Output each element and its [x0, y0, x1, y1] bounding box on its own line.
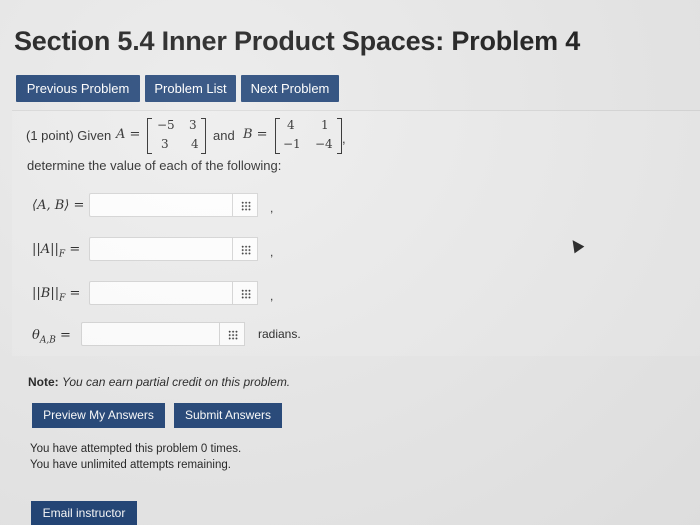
- matrix-b-cell: −1: [283, 137, 301, 151]
- angle-matrix-button[interactable]: [219, 322, 245, 346]
- radians-label: radians.: [258, 327, 301, 341]
- matrix-a-cell: 3: [189, 118, 197, 132]
- and-text: and: [213, 128, 235, 143]
- norm-b-input[interactable]: [89, 281, 234, 305]
- matrix-a-cell: 3: [161, 137, 169, 151]
- norm-a-input[interactable]: [89, 237, 234, 261]
- matrix-a-left-bracket: [147, 118, 152, 154]
- matrix-b-cell: 4: [287, 118, 295, 132]
- statement-comma: ,: [342, 131, 346, 146]
- matrix-b: 4 1 −1 −4: [275, 116, 345, 154]
- angle-text: θ: [32, 328, 40, 343]
- submit-answers-button[interactable]: Submit Answers: [174, 403, 282, 428]
- norm-b-equals: =: [69, 286, 81, 301]
- matrix-b-cell: −4: [315, 137, 333, 151]
- attempts-count-text: You have attempted this problem 0 times.: [30, 443, 242, 455]
- angle-subscript: A,B: [39, 335, 56, 346]
- matrix-b-cell: 1: [321, 118, 329, 132]
- attempts-remaining-text: You have unlimited attempts remaining.: [30, 459, 231, 471]
- previous-problem-button[interactable]: Previous Problem: [16, 75, 140, 102]
- points-text: (1 point) Given: [26, 128, 112, 143]
- norm-a-matrix-button[interactable]: [232, 237, 258, 261]
- norm-a-subscript: F: [58, 249, 66, 260]
- norm-a-text: ||A||: [32, 242, 59, 257]
- norm-a-label: ||A||F =: [32, 242, 80, 260]
- norm-a-equals: =: [69, 242, 81, 257]
- matrix-grid-icon: [241, 289, 251, 299]
- norm-a-comma: ,: [270, 245, 274, 259]
- matrix-grid-icon: [241, 201, 251, 211]
- preview-answers-button[interactable]: Preview My Answers: [32, 403, 165, 428]
- inner-product-input[interactable]: [89, 193, 234, 217]
- norm-b-comma: ,: [270, 289, 274, 303]
- inner-product-matrix-button[interactable]: [232, 193, 258, 217]
- next-problem-button[interactable]: Next Problem: [241, 75, 339, 102]
- matrix-a-right-bracket: [201, 118, 206, 154]
- inner-product-label: ⟨A, B⟩ =: [32, 198, 85, 213]
- email-instructor-button[interactable]: Email instructor: [31, 501, 137, 525]
- angle-label: θA,B =: [32, 328, 71, 346]
- instruction-text: determine the value of each of the follo…: [27, 158, 282, 173]
- angle-equals: =: [59, 328, 71, 343]
- norm-b-text: ||B||: [32, 286, 60, 301]
- problem-panel: [12, 110, 700, 356]
- partial-credit-note: Note: You can earn partial credit on thi…: [28, 375, 290, 389]
- matrix-grid-icon: [241, 245, 251, 255]
- angle-input[interactable]: [81, 322, 221, 346]
- note-text: You can earn partial credit on this prob…: [62, 375, 291, 389]
- norm-b-label: ||B||F =: [32, 286, 80, 304]
- problem-list-button[interactable]: Problem List: [145, 75, 236, 102]
- norm-b-subscript: F: [59, 293, 66, 304]
- matrix-a-cell: −5: [157, 118, 175, 132]
- note-label: Note:: [28, 375, 59, 389]
- matrix-a-cell: 4: [191, 137, 199, 151]
- matrix-a-label: A =: [116, 127, 141, 142]
- matrix-grid-icon: [228, 330, 238, 340]
- norm-b-matrix-button[interactable]: [232, 281, 258, 305]
- inner-product-comma: ,: [270, 201, 274, 215]
- matrix-b-label: B =: [243, 127, 268, 142]
- matrix-b-left-bracket: [275, 118, 280, 154]
- matrix-a: −5 3 3 4: [147, 116, 207, 154]
- page-title: Section 5.4 Inner Product Spaces: Proble…: [14, 26, 581, 56]
- webwork-problem-page: Section 5.4 Inner Product Spaces: Proble…: [0, 0, 700, 525]
